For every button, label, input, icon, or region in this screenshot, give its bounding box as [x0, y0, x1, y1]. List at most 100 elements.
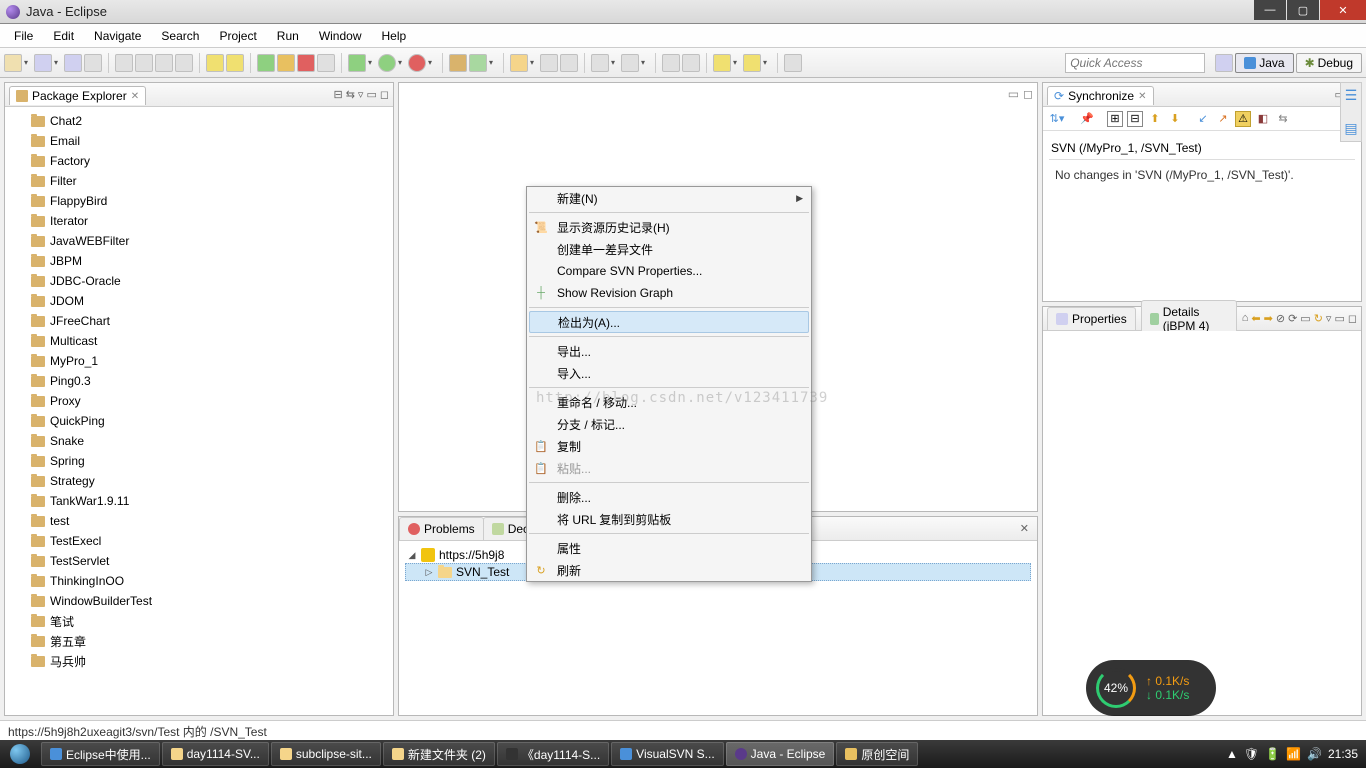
close-icon[interactable]: ✕ [131, 91, 139, 102]
debug-stop-button[interactable] [297, 54, 315, 72]
tray-icon[interactable]: 🔋 [1265, 747, 1280, 761]
project-item[interactable]: Proxy [5, 391, 393, 411]
project-item[interactable]: Factory [5, 151, 393, 171]
forward-button[interactable] [226, 54, 244, 72]
back-button[interactable] [206, 54, 224, 72]
mode-button[interactable]: ◧ [1255, 111, 1271, 127]
view-tab[interactable]: Package Explorer ✕ [9, 86, 146, 105]
task-list-icon[interactable]: ▤ [1344, 120, 1357, 137]
maximize-button[interactable]: ◻ [1348, 312, 1357, 325]
project-item[interactable]: JFreeChart [5, 311, 393, 331]
project-item[interactable]: Filter [5, 171, 393, 191]
project-item[interactable]: WindowBuilderTest [5, 591, 393, 611]
maximize-button[interactable]: ▢ [1287, 0, 1319, 20]
project-item[interactable]: TankWar1.9.11 [5, 491, 393, 511]
menu-file[interactable]: File [4, 24, 43, 48]
debug-pause-button[interactable] [277, 54, 295, 72]
print-button[interactable] [84, 54, 102, 72]
new-class-button[interactable] [469, 54, 487, 72]
start-button[interactable] [0, 740, 40, 768]
up-button[interactable]: ⬆ [1147, 111, 1163, 127]
project-item[interactable]: 笔试 [5, 611, 393, 631]
perspective-debug[interactable]: ✱ Debug [1296, 53, 1362, 73]
project-item[interactable]: FlappyBird [5, 191, 393, 211]
cm-refresh[interactable]: ↻ 刷新 [527, 559, 811, 581]
wizard-button[interactable] [784, 54, 802, 72]
open-type-button[interactable] [510, 54, 528, 72]
package-tree[interactable]: Chat2EmailFactoryFilterFlappyBirdIterato… [5, 107, 393, 715]
commit-button[interactable]: ↗ [1215, 111, 1231, 127]
close-icon[interactable]: ✕ [1020, 522, 1029, 535]
run-button[interactable] [378, 54, 396, 72]
update-button[interactable]: ↙ [1195, 111, 1211, 127]
forward-button[interactable]: ➡ [1264, 312, 1273, 325]
cm-rename[interactable]: 重命名 / 移动... [527, 391, 811, 413]
menu-button[interactable]: ▿ [1326, 312, 1332, 325]
project-item[interactable]: Strategy [5, 471, 393, 491]
cm-revision-graph[interactable]: ┼ Show Revision Graph [527, 282, 811, 304]
project-item[interactable]: Spring [5, 451, 393, 471]
project-item[interactable]: Iterator [5, 211, 393, 231]
project-item[interactable]: 马兵帅 [5, 651, 393, 671]
tool-button[interactable]: ▭ [1300, 312, 1310, 325]
cm-compare[interactable]: Compare SVN Properties... [527, 260, 811, 282]
outgoing-button[interactable]: ⊟ [1127, 111, 1143, 127]
tab-properties[interactable]: Properties [1047, 307, 1136, 330]
cm-diff[interactable]: 创建单一差异文件 [527, 238, 811, 260]
down-button[interactable]: ⬇ [1167, 111, 1183, 127]
collapse-all-button[interactable]: ⊟ [333, 88, 342, 101]
project-item[interactable]: TestServlet [5, 551, 393, 571]
menu-edit[interactable]: Edit [43, 24, 84, 48]
project-item[interactable]: TestExecl [5, 531, 393, 551]
cm-import[interactable]: 导入... [527, 362, 811, 384]
tray-icon[interactable]: 🔊 [1307, 747, 1322, 761]
fwd-history-button[interactable] [743, 54, 761, 72]
tool-button[interactable] [175, 54, 193, 72]
minimize-button[interactable]: ▭ [1008, 87, 1019, 101]
project-item[interactable]: QuickPing [5, 411, 393, 431]
close-button[interactable]: ✕ [1320, 0, 1366, 20]
link-editor-button[interactable]: ⇆ [346, 88, 355, 101]
task-item[interactable]: Eclipse中使用... [41, 742, 160, 766]
back-history-button[interactable] [713, 54, 731, 72]
cm-show-history[interactable]: 📜 显示资源历史记录(H) [527, 216, 811, 238]
project-item[interactable]: Email [5, 131, 393, 151]
project-item[interactable]: Chat2 [5, 111, 393, 131]
tray-icon[interactable]: 🛡 [1244, 747, 1259, 761]
sync-mode-button[interactable]: ⇅▾ [1049, 111, 1065, 127]
stop-button[interactable]: ⊘ [1276, 312, 1285, 325]
refresh-button[interactable]: ⟳ [1288, 312, 1297, 325]
undo-button[interactable] [115, 54, 133, 72]
tool-button[interactable] [155, 54, 173, 72]
incoming-button[interactable]: ⊞ [1107, 111, 1123, 127]
close-icon[interactable]: ✕ [1138, 91, 1146, 102]
project-item[interactable]: test [5, 511, 393, 531]
maximize-view-button[interactable]: ◻ [380, 88, 389, 101]
annotation-button[interactable] [591, 54, 609, 72]
save-all-button[interactable] [64, 54, 82, 72]
cm-new[interactable]: 新建(N) ▶ [527, 187, 811, 209]
project-item[interactable]: JBPM [5, 251, 393, 271]
search-button[interactable] [540, 54, 558, 72]
tray-icon[interactable]: 📶 [1286, 747, 1301, 761]
minimize-button[interactable]: ▭ [1334, 312, 1344, 325]
pin-button[interactable]: 📌 [1079, 111, 1095, 127]
debug-resume-button[interactable] [257, 54, 275, 72]
nav-button[interactable] [662, 54, 680, 72]
cm-copy-url[interactable]: 将 URL 复制到剪贴板 [527, 508, 811, 530]
task-item[interactable]: day1114-SV... [162, 742, 269, 766]
tab-problems[interactable]: Problems [399, 517, 484, 540]
task-item[interactable]: 原创空间 [836, 742, 918, 766]
project-item[interactable]: JDBC-Oracle [5, 271, 393, 291]
minimize-button[interactable]: — [1254, 0, 1286, 20]
maximize-button[interactable]: ◻ [1023, 87, 1033, 101]
cm-properties[interactable]: 属性 [527, 537, 811, 559]
nav-button[interactable] [682, 54, 700, 72]
menu-project[interactable]: Project [209, 24, 266, 48]
task-item[interactable]: 新建文件夹 (2) [383, 742, 495, 766]
menu-search[interactable]: Search [151, 24, 209, 48]
project-item[interactable]: 第五章 [5, 631, 393, 651]
new-button[interactable] [4, 54, 22, 72]
new-package-button[interactable] [449, 54, 467, 72]
clock[interactable]: 21:35 [1328, 747, 1358, 761]
